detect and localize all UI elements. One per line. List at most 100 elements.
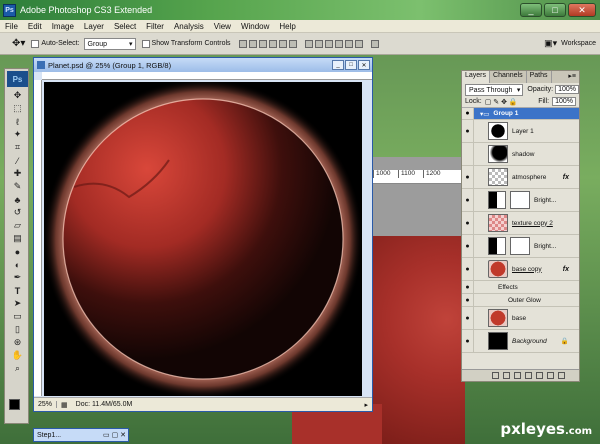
add-style-icon[interactable] [503,372,510,379]
status-arrow-icon[interactable]: ▸ [360,401,372,409]
layer-row[interactable]: ● Bright... [462,189,579,212]
layer-row[interactable]: ● Layer 1 [462,120,579,143]
menu-window[interactable]: Window [236,22,274,31]
distribute-left-icon[interactable] [334,39,343,48]
align-left-icon[interactable] [268,39,277,48]
auto-align-icon[interactable] [370,39,379,48]
menu-select[interactable]: Select [109,22,141,31]
zoom-tool-icon[interactable]: ⌕ [7,362,28,375]
visibility-eye-icon[interactable] [462,143,474,165]
align-hcenter-icon[interactable] [278,39,287,48]
visibility-eye-icon[interactable]: ● [462,189,474,211]
move-tool-icon[interactable]: ✥▾ [12,38,25,49]
distribute-bottom-icon[interactable] [324,39,333,48]
document-title-bar[interactable]: Planet.psd @ 25% (Group 1, RGB/8) _ □ ✕ [34,58,372,72]
menu-edit[interactable]: Edit [23,22,47,31]
visibility-eye-icon[interactable]: ● [462,108,474,119]
history-brush-icon[interactable]: ↺ [7,206,28,219]
gradient-tool-icon[interactable]: ▤ [7,232,28,245]
menu-filter[interactable]: Filter [141,22,169,31]
opacity-input[interactable]: 100% [555,85,579,94]
layer-row[interactable]: ● Bright... [462,235,579,258]
panel-menu-icon[interactable]: ▸≡ [565,71,579,83]
new-group-icon[interactable] [536,372,543,379]
layer-row[interactable]: ● atmosphere fx [462,166,579,189]
document-canvas[interactable] [44,82,362,396]
show-transform-checkbox[interactable] [141,39,150,48]
visibility-eye-icon[interactable]: ● [462,307,474,329]
pen-tool-icon[interactable]: ✒ [7,271,28,284]
document-window[interactable]: Planet.psd @ 25% (Group 1, RGB/8) _ □ ✕ [33,57,373,412]
zoom-level[interactable]: 25% [34,401,58,408]
visibility-eye-icon[interactable]: ● [462,235,474,257]
healing-brush-icon[interactable]: ✚ [7,167,28,180]
minimized-document[interactable]: Step1... ▭ ▢ ✕ [33,428,129,442]
layer-group-1[interactable]: ● ▾▭ Group 1 [462,108,579,120]
distribute-hcenter-icon[interactable] [344,39,353,48]
delete-layer-icon[interactable] [558,372,565,379]
tab-layers[interactable]: Layers [462,71,491,83]
align-vcenter-icon[interactable] [248,39,257,48]
link-layers-icon[interactable] [492,372,499,379]
effect-row[interactable]: ● Outer Glow [462,294,579,307]
mini-window-buttons[interactable]: ▭ ▢ ✕ [103,431,126,439]
minimize-button[interactable]: _ [520,3,542,17]
doc-maximize-button[interactable]: □ [345,60,357,70]
move-tool-icon[interactable]: ✥ [7,89,28,102]
align-right-icon[interactable] [288,39,297,48]
layer-row-background[interactable]: ● Background 🔒 [462,330,579,353]
add-mask-icon[interactable] [514,372,521,379]
new-layer-icon[interactable] [547,372,554,379]
visibility-eye-icon[interactable]: ● [462,330,474,352]
dodge-tool-icon[interactable]: ◐ [7,258,28,271]
align-top-icon[interactable] [238,39,247,48]
lock-icons[interactable]: ▢ ✎ ✥ 🔒 [485,98,518,106]
clone-stamp-icon[interactable]: ♣ [7,193,28,206]
visibility-eye-icon[interactable]: ● [462,212,474,234]
notes-tool-icon[interactable]: ▯ [7,323,28,336]
align-bottom-icon[interactable] [258,39,267,48]
folder-icon[interactable]: ▾▭ [480,110,489,118]
visibility-eye-icon[interactable]: ● [462,120,474,142]
menu-file[interactable]: File [0,22,23,31]
layer-row[interactable]: shadow [462,143,579,166]
layer-row[interactable]: ● base copy fx [462,258,579,281]
workspace-icon[interactable]: ▣▾ [544,38,557,49]
eyedropper-icon[interactable]: ⁄ [7,154,28,167]
workspace-menu[interactable]: Workspace [561,40,596,47]
menu-image[interactable]: Image [47,22,79,31]
adjustment-layer-icon[interactable] [525,372,532,379]
menu-view[interactable]: View [209,22,236,31]
effects-icon[interactable]: fx [563,174,569,181]
crop-tool-icon[interactable]: ⌗ [7,141,28,154]
visibility-eye-icon[interactable]: ● [462,258,474,280]
auto-select-checkbox[interactable] [31,39,40,48]
lasso-tool-icon[interactable]: ℓ [7,115,28,128]
hand-tool-icon[interactable]: ✋ [7,349,28,362]
doc-close-button[interactable]: ✕ [358,60,370,70]
type-tool-icon[interactable]: T [7,284,28,297]
status-icon[interactable]: ▦ [57,401,72,409]
distribute-vcenter-icon[interactable] [314,39,323,48]
auto-select-dropdown[interactable]: Group [83,37,136,50]
eraser-icon[interactable]: ▱ [7,219,28,232]
magic-wand-icon[interactable]: ✦ [7,128,28,141]
menu-help[interactable]: Help [274,22,300,31]
visibility-eye-icon[interactable]: ● [462,281,474,293]
distribute-top-icon[interactable] [304,39,313,48]
blur-tool-icon[interactable]: ● [7,245,28,258]
visibility-eye-icon[interactable]: ● [462,166,474,188]
visibility-eye-icon[interactable]: ● [462,294,474,306]
shape-tool-icon[interactable]: ▭ [7,310,28,323]
3d-tool-icon[interactable]: ⊛ [7,336,28,349]
fill-input[interactable]: 100% [552,97,576,106]
marquee-tool-icon[interactable]: ⬚ [7,102,28,115]
doc-minimize-button[interactable]: _ [332,60,344,70]
tab-paths[interactable]: Paths [527,71,552,83]
effects-row[interactable]: ● Effects [462,281,579,294]
path-selection-icon[interactable]: ➤ [7,297,28,310]
close-button[interactable]: ✕ [568,3,596,17]
tab-channels[interactable]: Channels [490,71,527,83]
layer-row[interactable]: ● base [462,307,579,330]
brush-tool-icon[interactable]: ✎ [7,180,28,193]
